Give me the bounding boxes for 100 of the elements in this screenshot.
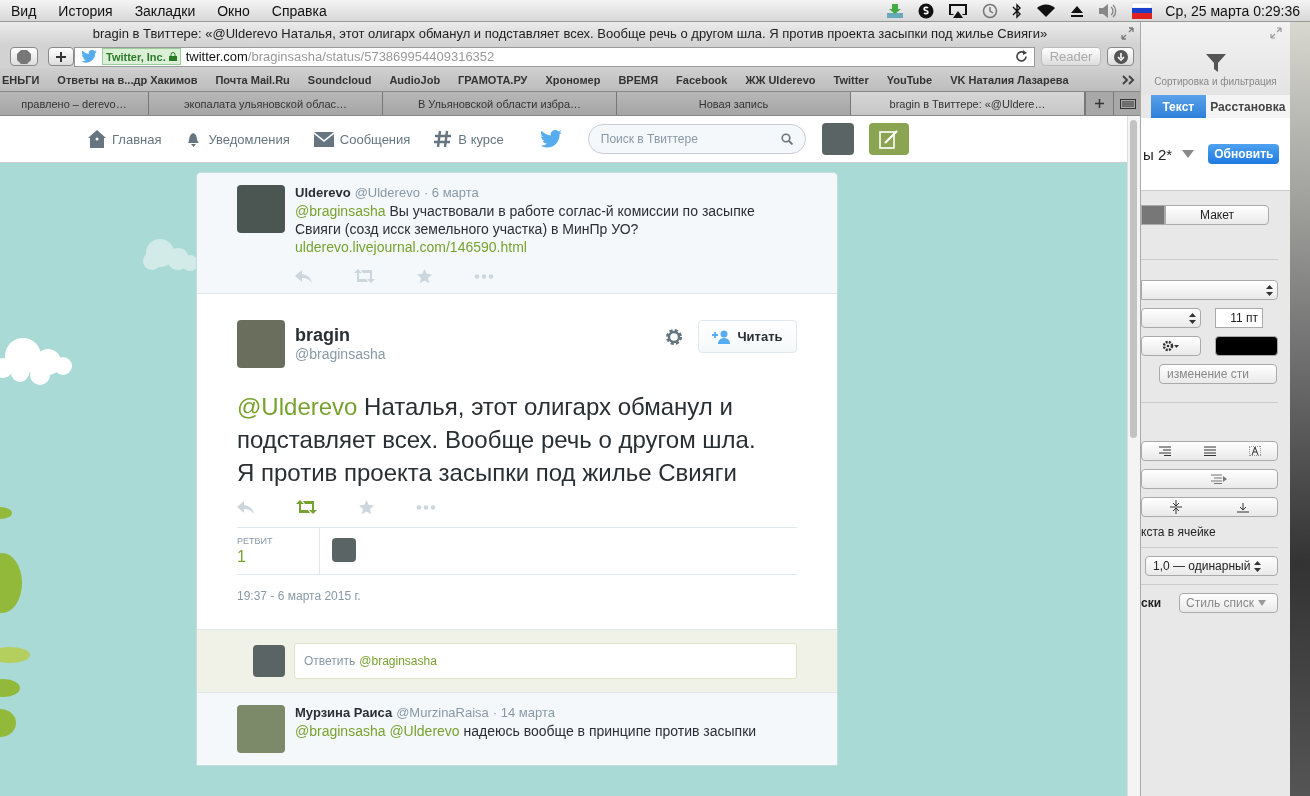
avatar[interactable] [332, 538, 356, 562]
indent-icon [1211, 474, 1227, 484]
align-bottom-icon [1237, 501, 1250, 513]
tweet-text: @braginsasha @Ulderevo надеюсь вообще в принципе против засыпки [295, 722, 758, 740]
menu-item[interactable]: Закладки [123, 2, 207, 19]
url-text[interactable]: twitter.com/braginsasha/status/573869954409316352 [185, 49, 495, 64]
menu-item[interactable]: Окно [206, 2, 261, 19]
stop-button[interactable] [10, 47, 38, 66]
home-icon [88, 130, 106, 148]
flag-icon[interactable] [1132, 1, 1153, 20]
bookmark-item[interactable]: Facebook [676, 73, 728, 86]
browser-tab[interactable]: экопалата ульяновской облас… [149, 92, 383, 115]
bookmark-item[interactable]: VK Наталия Лазарева [950, 73, 1069, 86]
reload-icon[interactable] [1015, 50, 1028, 63]
retweet-icon[interactable] [296, 500, 317, 514]
nav-link[interactable]: В курсе [434, 130, 504, 148]
bookmark-item[interactable]: ВРЕМЯ [618, 73, 659, 86]
envelope-icon [313, 131, 334, 147]
plus-icon [56, 51, 66, 62]
add-user-icon [712, 329, 732, 344]
address-field[interactable]: Twitter, Inc. twitter.com/braginsasha/status/573869954409316352 [74, 46, 1035, 67]
filter-icon[interactable] [1205, 53, 1226, 73]
tweet-text: @braginsasha Вы участвовали в работе соглас-й комиссии по засыпке Свияги (созд исск земельного участка) в МинПр УО? ulderevo.livejournal.com/146590.html [295, 202, 756, 256]
menu-clock[interactable]: Ср, 25 марта 0:29:36 [1165, 2, 1300, 19]
gear-icon[interactable] [664, 326, 684, 347]
alignment-control[interactable] [1141, 441, 1278, 461]
octagon-icon [17, 49, 31, 64]
skype-icon[interactable] [918, 2, 935, 19]
certificate-badge: Twitter, Inc. [102, 48, 181, 65]
align-right-icon [1158, 446, 1171, 456]
color-well[interactable] [1214, 336, 1278, 356]
add-button[interactable] [48, 47, 74, 66]
stepper-arrows-icon [1254, 560, 1262, 572]
bookmark-item[interactable]: Хрономер [545, 73, 601, 86]
bookmark-item[interactable]: Ответы на в...др Хакимов [57, 73, 198, 86]
vertical-align-control[interactable] [1141, 497, 1278, 517]
avatar [253, 645, 285, 677]
browser-tab[interactable]: bragin в Твиттере: «@Uldere… [851, 92, 1085, 115]
list-label: ски [1141, 596, 1162, 610]
bluetooth-icon[interactable] [1012, 2, 1023, 19]
user-name[interactable]: Ulderevo [295, 185, 351, 200]
compose-button[interactable] [868, 123, 909, 155]
browser-tab[interactable]: правлено – derevo… [0, 92, 149, 115]
user-name[interactable]: Мурзина Раиса [295, 705, 393, 720]
browser-tab[interactable]: В Ульяновской области избра… [383, 92, 617, 115]
tweet-timestamp: 19:37 - 6 марта 2015 г. [237, 588, 362, 605]
menu-item[interactable]: Справка [260, 2, 338, 19]
bookmark-item[interactable]: Twitter [833, 73, 869, 86]
stepper-arrows-icon [1266, 284, 1273, 296]
nav-link[interactable]: Главная [88, 130, 162, 148]
downloads-button[interactable] [1107, 47, 1134, 66]
tweet-text: @Ulderevo Наталья, этот олигарх обманул и подставляет всех. Вообще речь о другом шла. Я против проекта засыпки под жилье Свияги [237, 392, 757, 488]
download-icon[interactable] [886, 2, 905, 19]
justify-icon [1203, 446, 1216, 456]
bookmark-item[interactable]: AudioJob [389, 73, 441, 86]
nav-link[interactable]: Уведомления [185, 130, 290, 148]
fullscreen-icon[interactable] [1270, 27, 1282, 39]
avatar[interactable] [821, 123, 854, 155]
quill-icon [878, 129, 899, 149]
bookmark-item[interactable]: Soundcloud [307, 73, 372, 86]
dropdown-icon[interactable] [1182, 150, 1195, 158]
line-spacing-dropdown[interactable]: 1,0 — одинарный [1145, 556, 1278, 576]
hashtag-icon [434, 130, 453, 148]
list-icon [1119, 98, 1136, 109]
volume-icon[interactable] [1098, 2, 1119, 19]
style-name: ы 2* [1143, 145, 1173, 163]
bookmark-item[interactable]: YouTube [886, 73, 933, 86]
search-icon [780, 133, 793, 145]
font-family-dropdown[interactable] [1141, 280, 1278, 300]
star-icon[interactable] [359, 499, 374, 515]
font-size-field[interactable]: 11 пт [1215, 308, 1263, 328]
wifi-icon[interactable] [1036, 3, 1057, 18]
menu-item[interactable]: История [47, 2, 124, 19]
browser-tab[interactable]: Новая запись [617, 92, 851, 115]
scrollbar[interactable] [1127, 116, 1140, 796]
bookmark-item[interactable]: Почта Mail.Ru [215, 73, 290, 86]
bird-icon [81, 50, 97, 63]
text-fit-icon [1248, 446, 1261, 456]
bookmark-item[interactable]: ЕНЬГИ [2, 73, 40, 86]
menu-item[interactable]: Вид [0, 2, 48, 19]
gear-dropdown[interactable] [1141, 336, 1201, 356]
segment-button[interactable] [1141, 205, 1165, 225]
gear-icon [1161, 340, 1180, 352]
nav-link[interactable]: Сообщения [313, 131, 411, 147]
bookmark-item[interactable]: ЖЖ Ulderevo [745, 73, 816, 86]
chevron-icon[interactable] [1122, 74, 1136, 85]
bookmark-item[interactable]: ГРАМОТА.РУ [458, 73, 528, 86]
indent-control[interactable] [1141, 469, 1278, 489]
bird-icon[interactable] [539, 130, 562, 148]
follow-button[interactable]: Читать [698, 320, 797, 353]
inspector-tab[interactable]: Расстановка [1205, 95, 1290, 118]
user-name[interactable]: bragin [295, 325, 386, 346]
window-title: bragin в Твиттере: «@Ulderevo Наталья, этот олигарх обманул и подставляет всех. Вообще речь о другом шла. Я против проекта засыпки под жилье Свияги» [92, 26, 1048, 41]
download-icon [1113, 49, 1128, 64]
font-style-dropdown[interactable] [1141, 308, 1201, 328]
clock-icon[interactable] [982, 2, 999, 19]
layout-segment[interactable]: Макет [1165, 205, 1269, 225]
airplay-icon[interactable] [948, 2, 969, 19]
star-icon[interactable] [417, 268, 432, 284]
fullscreen-icon[interactable] [1121, 27, 1134, 40]
